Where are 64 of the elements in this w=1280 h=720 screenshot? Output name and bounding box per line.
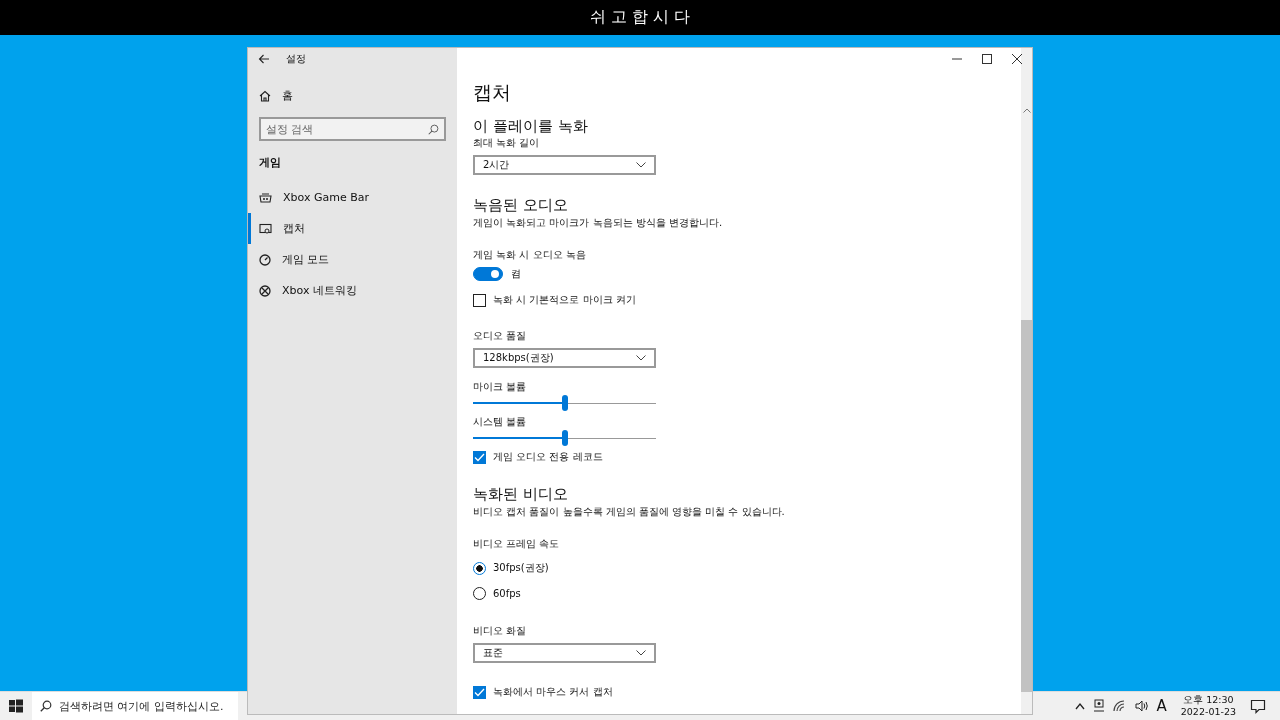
radio-label: 30fps(권장) — [493, 561, 549, 575]
back-arrow-icon[interactable] — [258, 54, 270, 64]
slider-thumb[interactable] — [561, 395, 568, 411]
chevron-down-icon — [636, 355, 646, 361]
chevron-down-icon — [636, 650, 646, 656]
radio-label: 60fps — [493, 588, 521, 599]
capture-screen-icon — [259, 222, 272, 235]
slider-track[interactable] — [473, 395, 656, 411]
chevron-down-icon — [636, 162, 646, 168]
game-bar-icon — [259, 191, 272, 204]
section-heading: 녹음된 오디오 — [473, 195, 569, 215]
maximize-icon — [982, 54, 992, 64]
checkbox[interactable] — [473, 450, 486, 464]
dropdown[interactable]: 표준 — [473, 643, 656, 663]
windows-logo-icon — [9, 699, 23, 713]
search-icon — [40, 700, 52, 712]
input-method-indicator[interactable]: A — [1156, 697, 1167, 715]
page-title: 캡처 — [473, 80, 512, 105]
chevron-up-icon[interactable] — [1074, 702, 1085, 710]
checkbox[interactable] — [473, 685, 486, 699]
field-label: 최대 녹화 길이 — [473, 136, 541, 150]
radio-button[interactable] — [473, 561, 486, 575]
toggle-state-text: 켬 — [511, 267, 521, 281]
camera-icon[interactable] — [1092, 699, 1105, 713]
xbox-icon — [259, 284, 271, 297]
section-heading: 녹화된 비디오 — [473, 484, 569, 504]
checkbox-label: 녹화에서 마우스 커서 캡처 — [493, 685, 613, 699]
field-label: 게임 녹화 시 오디오 녹음 — [473, 248, 587, 262]
sidebar-section-title: 게임 — [258, 155, 282, 170]
scrollbar[interactable] — [1021, 48, 1032, 714]
sidebar-item[interactable]: Xbox Game Bar — [248, 182, 457, 213]
dropdown[interactable]: 128kbps(권장) — [473, 348, 656, 368]
slider-label: 시스템 볼륨 — [473, 415, 528, 429]
section-description: 비디오 캡처 품질이 높을수록 게임의 품질에 영향을 미칠 수 있습니다. — [473, 505, 786, 519]
dropdown[interactable]: 2시간 — [473, 155, 656, 175]
notification-icon[interactable] — [1250, 698, 1266, 714]
clock[interactable]: 오후 12:30 2022-01-23 — [1180, 694, 1236, 718]
sidebar-item[interactable]: Xbox 네트워킹 — [248, 275, 457, 306]
close-icon — [1012, 54, 1022, 64]
toggle-switch[interactable] — [473, 267, 503, 281]
checkbox-label: 녹화 시 기본적으로 마이크 켜기 — [493, 293, 636, 307]
banner-text: 쉬 고 합 시 다 — [589, 7, 691, 28]
chevron-up-icon — [1022, 108, 1031, 113]
checkbox[interactable] — [473, 293, 486, 307]
home-icon — [259, 89, 271, 102]
settings-search-field[interactable]: 설정 검색 — [259, 117, 446, 141]
slider-track[interactable] — [473, 430, 656, 446]
gauge-icon — [259, 253, 271, 266]
search-icon — [428, 123, 439, 135]
field-label: 비디오 프레임 속도 — [473, 537, 561, 551]
checkbox-label: 게임 오디오 전용 레코드 — [493, 450, 603, 464]
sidebar-item[interactable]: 게임 모드 — [248, 244, 457, 275]
sidebar-item[interactable]: 캡처 — [248, 213, 457, 244]
field-label: 비디오 화질 — [473, 624, 528, 638]
section-description: 게임이 녹화되고 마이크가 녹음되는 방식을 변경합니다. — [473, 216, 724, 230]
slider-thumb[interactable] — [561, 430, 568, 446]
field-label: 오디오 품질 — [473, 329, 528, 343]
section-heading: 이 플레이를 녹화 — [473, 116, 589, 136]
wifi-icon[interactable] — [1112, 700, 1127, 712]
window-title: 설정 — [286, 52, 306, 66]
home-link[interactable]: 홈 — [248, 80, 457, 111]
taskbar-search-field[interactable]: 검색하려면 여기에 입력하십시오. — [32, 692, 238, 720]
slider-label: 마이크 볼륨 — [473, 380, 528, 394]
speaker-icon[interactable] — [1134, 700, 1149, 712]
